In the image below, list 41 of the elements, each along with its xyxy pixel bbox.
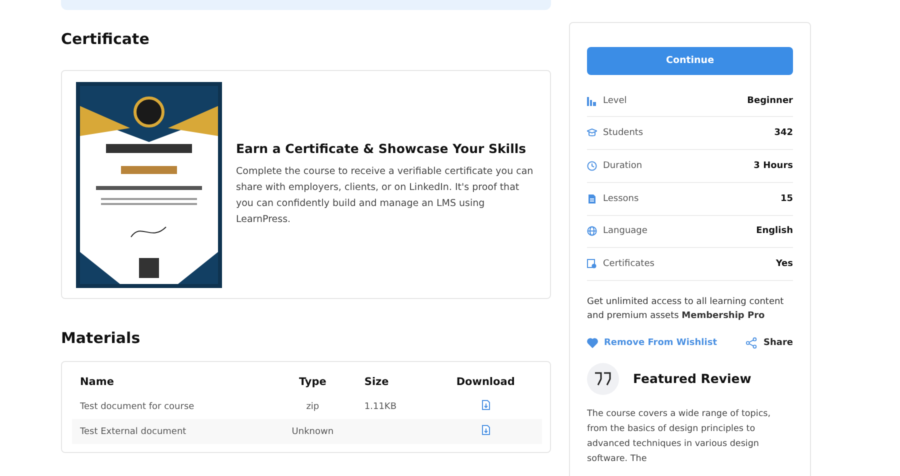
info-label: Lessons [603,194,640,204]
column-header: Download [455,375,516,390]
info-value: 342 [774,128,793,138]
info-label: Level [603,96,628,106]
share-icon [746,336,758,349]
info-label: Language [603,226,648,236]
info-value: Beginner [747,96,793,106]
table-cell: 1.11KB [356,394,430,419]
file-download-icon[interactable] [482,425,490,435]
info-label: Certificates [603,259,656,270]
quote-icon [587,362,619,395]
certificate-heading: Earn a Certificate & Showcase Your Skills [236,141,528,156]
info-value: 15 [780,194,793,204]
document-icon [587,194,597,204]
table-cell: Unknown [268,419,356,444]
info-label: Duration [603,161,644,172]
table-cell: zip [268,394,356,419]
graduation-cap-icon [587,128,597,138]
certificate-description: Complete the course to receive a verifiable certificate you can share with employers, clients, or on LinkedIn. It's proof that you can confidently build and manage an LMS using LearnPress. [236,165,534,227]
info-label: Students [603,128,644,138]
clock-icon [587,161,597,172]
column-header: Type [298,375,328,390]
review-text: The course covers a wide range of topics, from the basics of design principles to advanced techniques in various design software. The [587,408,772,466]
info-value: 3 Hours [754,161,793,172]
info-value: Yes [776,259,793,270]
continue-button[interactable]: Continue [587,47,793,75]
column-header: Name [79,375,115,390]
review-title: Featured Review [633,371,752,386]
section-title: Materials [61,329,142,347]
certificate-icon [587,259,597,270]
info-value: English [756,226,793,236]
section-title: Certificate [61,30,150,48]
globe-icon [587,226,597,236]
table-cell: Test document for course [72,394,269,419]
table-cell: Test External document [72,419,269,444]
wishlist-link[interactable]: Remove From Wishlist [587,338,718,348]
share-link[interactable]: Share [746,336,793,349]
file-download-icon[interactable] [482,400,490,410]
membership-text: Get unlimited access to all learning content and premium assets Membership Pro [587,296,785,323]
bar-chart-icon [587,96,597,106]
column-header: Size [363,375,390,390]
